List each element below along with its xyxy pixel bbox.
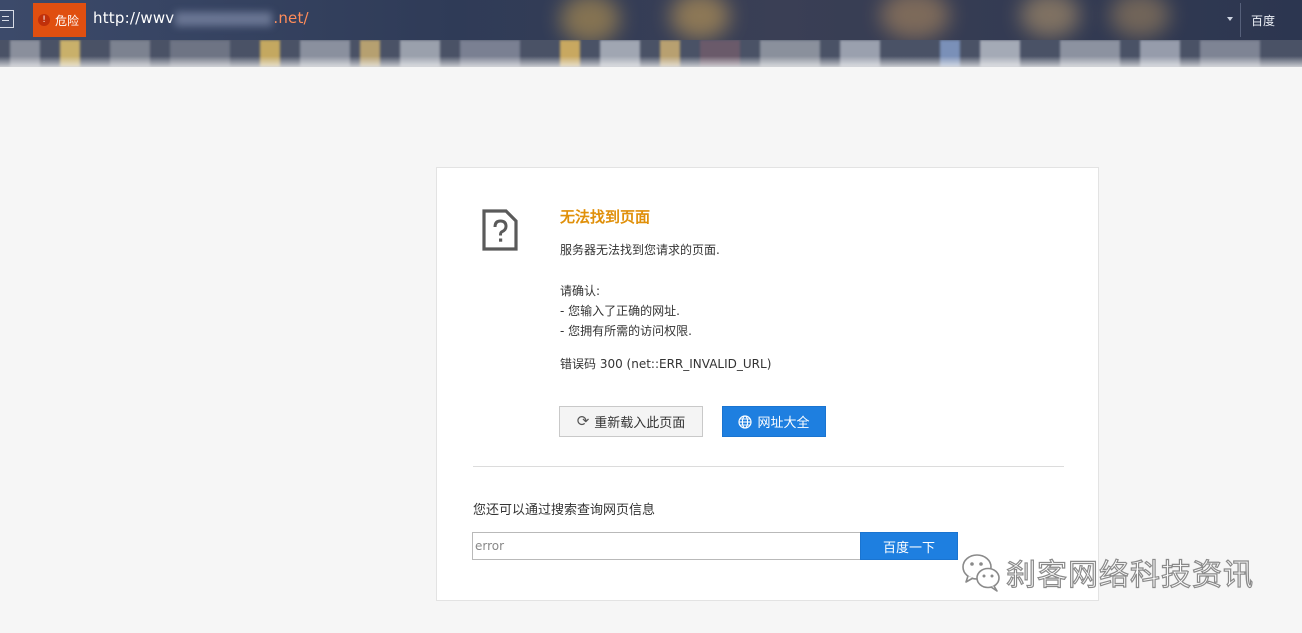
confirm-item: - 您拥有所需的访问权限.	[560, 324, 692, 338]
search-engine-selector[interactable]: 百度	[1240, 3, 1302, 37]
error-code: 错误码 300 (net::ERR_INVALID_URL)	[560, 357, 772, 371]
error-title: 无法找到页面	[560, 208, 651, 226]
warning-icon: !	[38, 14, 50, 26]
background-blur	[1020, 0, 1080, 38]
background-blur	[880, 0, 950, 40]
confirm-heading: 请确认:	[560, 284, 601, 298]
security-warning-badge[interactable]: ! 危险	[33, 3, 86, 37]
confirm-list: 请确认: - 您输入了正确的网址. - 您拥有所需的访问权限.	[560, 281, 692, 341]
refresh-icon: ⟳	[576, 412, 590, 430]
url-prefix: http://wwv	[93, 9, 175, 27]
redacted-domain	[175, 11, 273, 26]
browser-toolbar: ! 危险 http://wwv .net/ 百度	[0, 0, 1302, 40]
background-blur	[1110, 0, 1170, 38]
url-suffix: .net/	[273, 9, 309, 27]
reload-button-label: 重新载入此页面	[594, 416, 686, 431]
search-input[interactable]	[472, 532, 861, 560]
error-card: 无法找到页面 服务器无法找到您请求的页面. 请确认: - 您输入了正确的网址. …	[436, 167, 1099, 601]
wechat-logo-icon	[962, 554, 1000, 592]
divider	[473, 466, 1064, 467]
watermark-text: 刹客网络科技资讯	[1005, 557, 1254, 593]
chevron-down-icon[interactable]	[1227, 17, 1233, 21]
web-directory-button[interactable]: 网址大全	[722, 406, 826, 437]
background-blur	[670, 0, 730, 40]
globe-icon	[738, 414, 753, 429]
address-bar[interactable]: http://wwv .net/	[93, 9, 309, 27]
search-hint: 您还可以通过搜索查询网页信息	[473, 503, 656, 518]
reload-button[interactable]: ⟳ 重新载入此页面	[559, 406, 703, 437]
web-directory-label: 网址大全	[757, 416, 810, 431]
search-engine-label: 百度	[1251, 13, 1276, 28]
confirm-item: - 您输入了正确的网址.	[560, 304, 680, 318]
search-button-label: 百度一下	[882, 540, 935, 556]
bookmarks-blur-overlay	[0, 56, 1302, 84]
background-blur	[560, 0, 620, 40]
security-warning-label: 危险	[54, 13, 79, 28]
page-menu-icon[interactable]	[0, 10, 14, 28]
search-button[interactable]: 百度一下	[860, 532, 958, 560]
watermark: 刹客网络科技资讯	[960, 550, 1254, 594]
page-not-found-icon	[482, 209, 518, 251]
error-description: 服务器无法找到您请求的页面.	[560, 243, 720, 257]
